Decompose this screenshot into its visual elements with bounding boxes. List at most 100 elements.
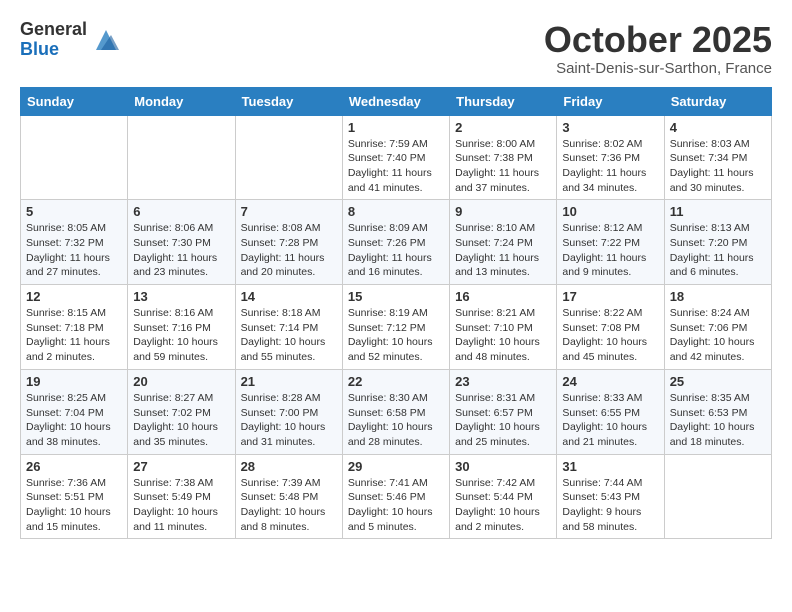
day-info: Sunrise: 8:24 AMSunset: 7:06 PMDaylight:…	[670, 306, 766, 365]
calendar-week-2: 5Sunrise: 8:05 AMSunset: 7:32 PMDaylight…	[21, 200, 772, 285]
day-header-saturday: Saturday	[664, 87, 771, 115]
day-number: 1	[348, 120, 444, 135]
day-number: 19	[26, 374, 122, 389]
day-number: 23	[455, 374, 551, 389]
day-number: 31	[562, 459, 658, 474]
calendar-header-row: SundayMondayTuesdayWednesdayThursdayFrid…	[21, 87, 772, 115]
day-info: Sunrise: 7:41 AMSunset: 5:46 PMDaylight:…	[348, 476, 444, 535]
day-info: Sunrise: 8:15 AMSunset: 7:18 PMDaylight:…	[26, 306, 122, 365]
calendar-cell: 4Sunrise: 8:03 AMSunset: 7:34 PMDaylight…	[664, 115, 771, 200]
day-info: Sunrise: 8:12 AMSunset: 7:22 PMDaylight:…	[562, 221, 658, 280]
day-number: 10	[562, 204, 658, 219]
day-number: 8	[348, 204, 444, 219]
calendar-cell: 28 Sunrise: 7:39 AMSunset: 5:48 PMDayligh…	[235, 454, 342, 539]
day-number: 15	[348, 289, 444, 304]
calendar-cell: 29 Sunrise: 7:41 AMSunset: 5:46 PMDayligh…	[342, 454, 449, 539]
day-number: 20	[133, 374, 229, 389]
logo-icon	[91, 25, 121, 55]
day-info: Sunrise: 8:30 AMSunset: 6:58 PMDaylight:…	[348, 391, 444, 450]
calendar-cell	[21, 115, 128, 200]
day-info: Sunrise: 8:16 AMSunset: 7:16 PMDaylight:…	[133, 306, 229, 365]
day-info: Sunrise: 8:03 AMSunset: 7:34 PMDaylight:…	[670, 137, 766, 196]
day-info: Sunrise: 7:36 AMSunset: 5:51 PMDaylight:…	[26, 476, 122, 535]
day-info: Sunrise: 8:35 AMSunset: 6:53 PMDaylight:…	[670, 391, 766, 450]
day-info: Sunrise: 8:02 AMSunset: 7:36 PMDaylight:…	[562, 137, 658, 196]
day-number: 22	[348, 374, 444, 389]
day-header-wednesday: Wednesday	[342, 87, 449, 115]
day-number: 25	[670, 374, 766, 389]
calendar-cell: 25 Sunrise: 8:35 AMSunset: 6:53 PMDayligh…	[664, 369, 771, 454]
calendar-cell: 26Sunrise: 7:36 AMSunset: 5:51 PMDayligh…	[21, 454, 128, 539]
calendar-cell: 27Sunrise: 7:38 AMSunset: 5:49 PMDayligh…	[128, 454, 235, 539]
calendar-cell: 20 Sunrise: 8:27 AMSunset: 7:02 PMDayligh…	[128, 369, 235, 454]
logo: General Blue	[20, 20, 121, 60]
calendar-cell: 19 Sunrise: 8:25 AMSunset: 7:04 PMDayligh…	[21, 369, 128, 454]
day-info: Sunrise: 8:09 AMSunset: 7:26 PMDaylight:…	[348, 221, 444, 280]
day-header-monday: Monday	[128, 87, 235, 115]
day-number: 2	[455, 120, 551, 135]
day-info: Sunrise: 8:00 AMSunset: 7:38 PMDaylight:…	[455, 137, 551, 196]
day-info: Sunrise: 8:06 AMSunset: 7:30 PMDaylight:…	[133, 221, 229, 280]
calendar-cell: 3Sunrise: 8:02 AMSunset: 7:36 PMDaylight…	[557, 115, 664, 200]
day-number: 11	[670, 204, 766, 219]
day-number: 28	[241, 459, 337, 474]
calendar-cell: 31Sunrise: 7:44 AMSunset: 5:43 PMDayligh…	[557, 454, 664, 539]
calendar-cell: 6Sunrise: 8:06 AMSunset: 7:30 PMDaylight…	[128, 200, 235, 285]
calendar-cell: 1 Sunrise: 7:59 AMSunset: 7:40 PMDaylight…	[342, 115, 449, 200]
day-number: 17	[562, 289, 658, 304]
calendar-cell: 11 Sunrise: 8:13 AMSunset: 7:20 PMDayligh…	[664, 200, 771, 285]
day-info: Sunrise: 8:05 AMSunset: 7:32 PMDaylight:…	[26, 221, 122, 280]
day-info: Sunrise: 7:59 AMSunset: 7:40 PMDaylight:…	[348, 137, 444, 196]
day-number: 14	[241, 289, 337, 304]
day-info: Sunrise: 8:19 AMSunset: 7:12 PMDaylight:…	[348, 306, 444, 365]
calendar-cell: 13 Sunrise: 8:16 AMSunset: 7:16 PMDayligh…	[128, 285, 235, 370]
page-header: General Blue October 2025 Saint-Denis-su…	[20, 20, 772, 77]
calendar-cell: 22 Sunrise: 8:30 AMSunset: 6:58 PMDayligh…	[342, 369, 449, 454]
day-header-thursday: Thursday	[450, 87, 557, 115]
day-number: 29	[348, 459, 444, 474]
day-info: Sunrise: 8:25 AMSunset: 7:04 PMDaylight:…	[26, 391, 122, 450]
calendar-cell: 12 Sunrise: 8:15 AMSunset: 7:18 PMDayligh…	[21, 285, 128, 370]
day-info: Sunrise: 7:39 AMSunset: 5:48 PMDaylight:…	[241, 476, 337, 535]
day-info: Sunrise: 8:33 AMSunset: 6:55 PMDaylight:…	[562, 391, 658, 450]
logo-blue-text: Blue	[20, 40, 87, 60]
day-number: 30	[455, 459, 551, 474]
calendar-table: SundayMondayTuesdayWednesdayThursdayFrid…	[20, 87, 772, 540]
day-header-sunday: Sunday	[21, 87, 128, 115]
day-info: Sunrise: 8:22 AMSunset: 7:08 PMDaylight:…	[562, 306, 658, 365]
calendar-cell: 16Sunrise: 8:21 AMSunset: 7:10 PMDayligh…	[450, 285, 557, 370]
calendar-cell: 10 Sunrise: 8:12 AMSunset: 7:22 PMDayligh…	[557, 200, 664, 285]
day-number: 13	[133, 289, 229, 304]
day-info: Sunrise: 8:27 AMSunset: 7:02 PMDaylight:…	[133, 391, 229, 450]
day-info: Sunrise: 8:18 AMSunset: 7:14 PMDaylight:…	[241, 306, 337, 365]
calendar-cell: 21 Sunrise: 8:28 AMSunset: 7:00 PMDayligh…	[235, 369, 342, 454]
calendar-cell: 24Sunrise: 8:33 AMSunset: 6:55 PMDayligh…	[557, 369, 664, 454]
calendar-cell	[664, 454, 771, 539]
day-number: 12	[26, 289, 122, 304]
calendar-week-4: 19 Sunrise: 8:25 AMSunset: 7:04 PMDayligh…	[21, 369, 772, 454]
day-number: 18	[670, 289, 766, 304]
calendar-cell: 14 Sunrise: 8:18 AMSunset: 7:14 PMDayligh…	[235, 285, 342, 370]
day-number: 9	[455, 204, 551, 219]
calendar-cell	[128, 115, 235, 200]
calendar-week-1: 1 Sunrise: 7:59 AMSunset: 7:40 PMDaylight…	[21, 115, 772, 200]
title-block: October 2025 Saint-Denis-sur-Sarthon, Fr…	[544, 20, 772, 77]
day-info: Sunrise: 8:13 AMSunset: 7:20 PMDaylight:…	[670, 221, 766, 280]
calendar-cell: 18 Sunrise: 8:24 AMSunset: 7:06 PMDayligh…	[664, 285, 771, 370]
calendar-week-3: 12 Sunrise: 8:15 AMSunset: 7:18 PMDayligh…	[21, 285, 772, 370]
day-number: 21	[241, 374, 337, 389]
calendar-cell: 9 Sunrise: 8:10 AMSunset: 7:24 PMDaylight…	[450, 200, 557, 285]
calendar-week-5: 26Sunrise: 7:36 AMSunset: 5:51 PMDayligh…	[21, 454, 772, 539]
day-info: Sunrise: 8:10 AMSunset: 7:24 PMDaylight:…	[455, 221, 551, 280]
day-info: Sunrise: 8:28 AMSunset: 7:00 PMDaylight:…	[241, 391, 337, 450]
day-info: Sunrise: 8:21 AMSunset: 7:10 PMDaylight:…	[455, 306, 551, 365]
calendar-cell: 23Sunrise: 8:31 AMSunset: 6:57 PMDayligh…	[450, 369, 557, 454]
month-title: October 2025	[544, 20, 772, 60]
logo-general-text: General	[20, 20, 87, 40]
location-subtitle: Saint-Denis-sur-Sarthon, France	[544, 60, 772, 77]
calendar-cell: 17 Sunrise: 8:22 AMSunset: 7:08 PMDayligh…	[557, 285, 664, 370]
calendar-cell: 15 Sunrise: 8:19 AMSunset: 7:12 PMDayligh…	[342, 285, 449, 370]
calendar-cell: 2 Sunrise: 8:00 AMSunset: 7:38 PMDaylight…	[450, 115, 557, 200]
day-number: 27	[133, 459, 229, 474]
calendar-cell: 8 Sunrise: 8:09 AMSunset: 7:26 PMDaylight…	[342, 200, 449, 285]
